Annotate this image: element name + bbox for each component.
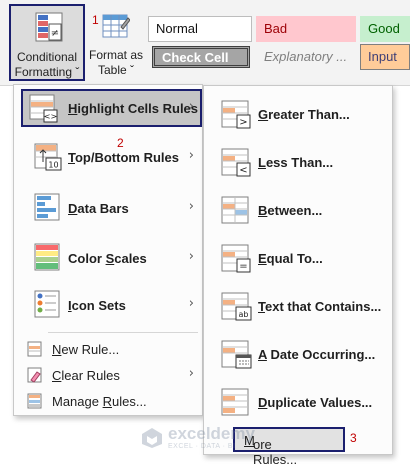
menu-item-color-scales[interactable]: Color Scales › [14,238,202,278]
submenu-arrow-icon: › [188,99,194,114]
ribbon-styles-group: ≠ Conditional Formatting ˇ 1 Format as T… [0,0,410,86]
submenu-arrow-icon: › [188,199,194,214]
watermark-name: exceldemy [168,424,255,443]
submenu-label-text-that-contains: Text that Contains... [258,299,382,314]
format-as-table-label-2: Table ˇ [97,63,135,77]
svg-text:>: > [239,117,247,128]
conditional-formatting-label-2: Formatting ˇ [14,65,80,79]
submenu-label-greater-than: Greater Than... [258,107,350,122]
svg-text:<>: <> [44,112,57,121]
highlight-cells-icon: <> [29,93,59,128]
submenu-arrow-icon: › [188,366,194,381]
color-scales-icon [34,243,64,278]
submenu-item-equal-to[interactable]: = Equal To... [204,238,392,278]
style-explanatory[interactable]: Explanatory ... [256,44,356,70]
between-icon [221,196,253,231]
menu-label-highlight-cells-rules: Highlight Cells Rules [68,101,199,116]
svg-text:10: 10 [48,161,58,170]
svg-text:=: = [239,261,247,272]
submenu-item-greater-than[interactable]: > Greater Than... [204,94,392,134]
menu-item-icon-sets[interactable]: Icon Sets › [14,285,202,325]
step-marker-3: 3 [350,431,357,445]
format-as-table-label-1: Format as [88,48,143,62]
format-as-table-icon [102,12,131,45]
submenu-item-text-that-contains[interactable]: ab Text that Contains... [204,286,392,326]
data-bars-icon [34,193,64,228]
submenu-arrow-icon: › [188,148,194,163]
format-as-table-button[interactable]: Format as Table ˇ [88,6,144,80]
conditional-formatting-menu: <> Highlight Cells Rules › 2 10 Top/Bott… [13,84,203,416]
menu-label-data-bars: Data Bars [68,201,129,216]
style-good[interactable]: Good [360,16,410,42]
style-bad[interactable]: Bad [256,16,356,42]
highlight-cells-rules-submenu: > Greater Than... < Less Than... Between… [203,85,393,467]
equal-to-icon: = [221,244,253,279]
submenu-label-date-occurring: A Date Occurring... [258,347,376,362]
conditional-formatting-icon: ≠ [35,12,63,47]
svg-text:<: < [239,165,247,176]
menu-item-new-rule[interactable]: New Rule... [14,337,202,361]
menu-label-top-bottom-rules: Top/Bottom Rules [68,150,179,165]
svg-text:≠: ≠ [51,28,59,39]
style-input[interactable]: Input [360,44,410,70]
menu-separator [48,332,198,333]
menu-item-clear-rules[interactable]: Clear Rules › [14,363,202,387]
greater-than-icon: > [221,100,253,135]
menu-item-top-bottom-rules[interactable]: 10 Top/Bottom Rules › [14,138,202,178]
manage-rules-icon [27,393,43,414]
menu-label-clear-rules: Clear Rules [52,368,120,383]
menu-label-new-rule: New Rule... [52,342,120,357]
submenu-label-duplicate-values: Duplicate Values... [258,395,373,410]
text-contains-icon: ab [221,292,253,327]
submenu-item-date-occurring[interactable]: A Date Occurring... [204,334,392,374]
menu-label-icon-sets: Icon Sets [68,298,126,313]
menu-label-manage-rules: Manage Rules... [52,394,147,409]
submenu-item-less-than[interactable]: < Less Than... [204,142,392,182]
submenu-arrow-icon: › [188,296,194,311]
date-occurring-icon [221,340,253,375]
duplicate-values-icon [221,388,253,423]
submenu-arrow-icon: › [188,249,194,264]
submenu-label-between: Between... [258,203,323,218]
submenu-label-less-than: Less Than... [258,155,334,170]
conditional-formatting-label-1: Conditional [16,50,78,64]
submenu-item-duplicate-values[interactable]: Duplicate Values... [204,382,392,422]
menu-item-data-bars[interactable]: Data Bars › [14,188,202,228]
watermark-logo-icon [140,426,164,455]
style-normal[interactable]: Normal [148,16,252,42]
svg-text:ab: ab [239,310,249,319]
style-check-cell[interactable]: Check Cell [152,46,250,68]
conditional-formatting-button[interactable]: ≠ Conditional Formatting ˇ [9,4,85,81]
watermark: exceldemy EXCEL · DATA · BI [140,424,300,454]
menu-row-highlight-cells-rules[interactable]: <> Highlight Cells Rules › [14,89,202,127]
watermark-tagline: EXCEL · DATA · BI [168,443,236,450]
cell-styles-gallery: Normal Bad Good Check Cell Explanatory .… [146,12,410,72]
top-bottom-icon: 10 [34,142,64,177]
menu-label-color-scales: Color Scales [68,251,147,266]
icon-sets-icon [34,290,64,325]
less-than-icon: < [221,148,253,183]
clear-rules-icon [27,367,43,388]
new-rule-icon [27,341,43,362]
menu-item-manage-rules[interactable]: Manage Rules... [14,389,202,413]
submenu-label-equal-to: Equal To... [258,251,323,266]
submenu-item-between[interactable]: Between... [204,190,392,230]
